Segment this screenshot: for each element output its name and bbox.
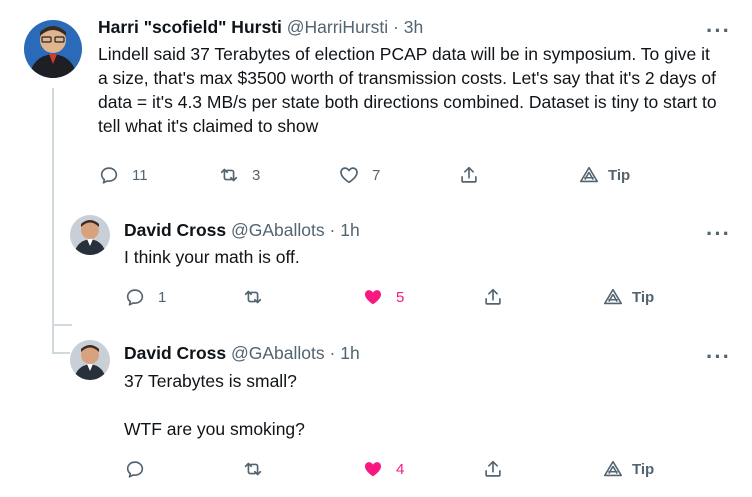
display-name[interactable]: David Cross: [124, 220, 226, 240]
user-handle[interactable]: @GAballots: [231, 220, 325, 240]
tweet-actions: 11 3 7 Tip: [98, 164, 658, 188]
avatar[interactable]: [70, 340, 110, 380]
tweet-actions: 4 Tip: [124, 458, 664, 482]
retweet-icon: [244, 290, 262, 304]
more-options-button[interactable]: ···: [706, 223, 731, 245]
retweet-button[interactable]: 3: [218, 164, 260, 186]
avatar[interactable]: [70, 215, 110, 255]
share-icon: [461, 166, 477, 183]
separator-dot: ·: [393, 17, 399, 37]
more-options-button[interactable]: ···: [706, 346, 731, 368]
like-count: 4: [396, 460, 405, 478]
thread-line-branch: [52, 324, 72, 326]
retweet-button[interactable]: [242, 458, 264, 480]
tip-icon: [603, 288, 623, 305]
user-handle[interactable]: @HarriHursti: [287, 17, 388, 37]
tweet-reply-1[interactable]: David Cross @GAballots · 1h ··· I think …: [0, 205, 752, 320]
tweet-text: 37 Terabytes is small? WTF are you smoki…: [124, 371, 305, 439]
tip-label: Tip: [608, 166, 631, 184]
tweet-header: David Cross @GAballots · 1h: [124, 219, 360, 241]
retweet-count: 3: [252, 166, 261, 184]
like-button[interactable]: 4: [362, 458, 404, 480]
reply-icon: [126, 289, 144, 306]
timestamp[interactable]: 1h: [340, 343, 359, 363]
heart-icon: [340, 167, 358, 184]
reply-icon: [126, 461, 144, 478]
tweet-header: David Cross @GAballots · 1h: [124, 342, 360, 364]
like-button[interactable]: 5: [362, 286, 404, 308]
retweet-icon: [244, 462, 262, 476]
timestamp[interactable]: 3h: [404, 17, 423, 37]
retweet-button[interactable]: [242, 286, 264, 308]
share-icon: [485, 288, 501, 305]
timestamp[interactable]: 1h: [340, 220, 359, 240]
tweet-text: I think your math is off.: [124, 247, 300, 267]
reply-button[interactable]: 1: [124, 286, 166, 308]
tip-icon: [603, 460, 623, 477]
reply-count: 11: [132, 166, 148, 184]
reply-button[interactable]: 11: [98, 164, 148, 186]
heart-filled-icon: [364, 462, 382, 477]
tweet-reply-2[interactable]: David Cross @GAballots · 1h ··· 37 Terab…: [0, 330, 752, 497]
tweet-text: Lindell said 37 Terabytes of election PC…: [98, 44, 722, 136]
separator-dot: ·: [329, 343, 336, 363]
tweet-actions: 1 5 Tip: [124, 286, 664, 310]
display-name[interactable]: David Cross: [124, 343, 226, 363]
reply-count: 1: [158, 288, 167, 306]
share-button[interactable]: [458, 164, 480, 186]
tip-label: Tip: [632, 288, 655, 306]
tip-button[interactable]: Tip: [602, 458, 654, 480]
reply-button[interactable]: [124, 458, 146, 480]
share-icon: [485, 460, 501, 477]
share-button[interactable]: [482, 286, 504, 308]
like-count: 7: [372, 166, 381, 184]
display-name[interactable]: Harri "scofield" Hursti: [98, 17, 282, 37]
tip-icon: [579, 166, 599, 183]
avatar[interactable]: [24, 20, 82, 78]
tweet-harri[interactable]: Harri "scofield" Hursti @HarriHursti · 3…: [0, 0, 752, 200]
like-button[interactable]: 7: [338, 164, 380, 186]
more-options-button[interactable]: ···: [706, 20, 731, 42]
tweet-header: Harri "scofield" Hursti @HarriHursti · 3…: [98, 16, 423, 38]
retweet-icon: [220, 168, 238, 182]
tip-label: Tip: [632, 460, 655, 478]
separator-dot: ·: [329, 220, 336, 240]
share-button[interactable]: [482, 458, 504, 480]
tip-button[interactable]: Tip: [578, 164, 630, 186]
heart-filled-icon: [364, 290, 382, 305]
like-count: 5: [396, 288, 405, 306]
tip-button[interactable]: Tip: [602, 286, 654, 308]
reply-icon: [100, 167, 118, 184]
user-handle[interactable]: @GAballots: [231, 343, 325, 363]
